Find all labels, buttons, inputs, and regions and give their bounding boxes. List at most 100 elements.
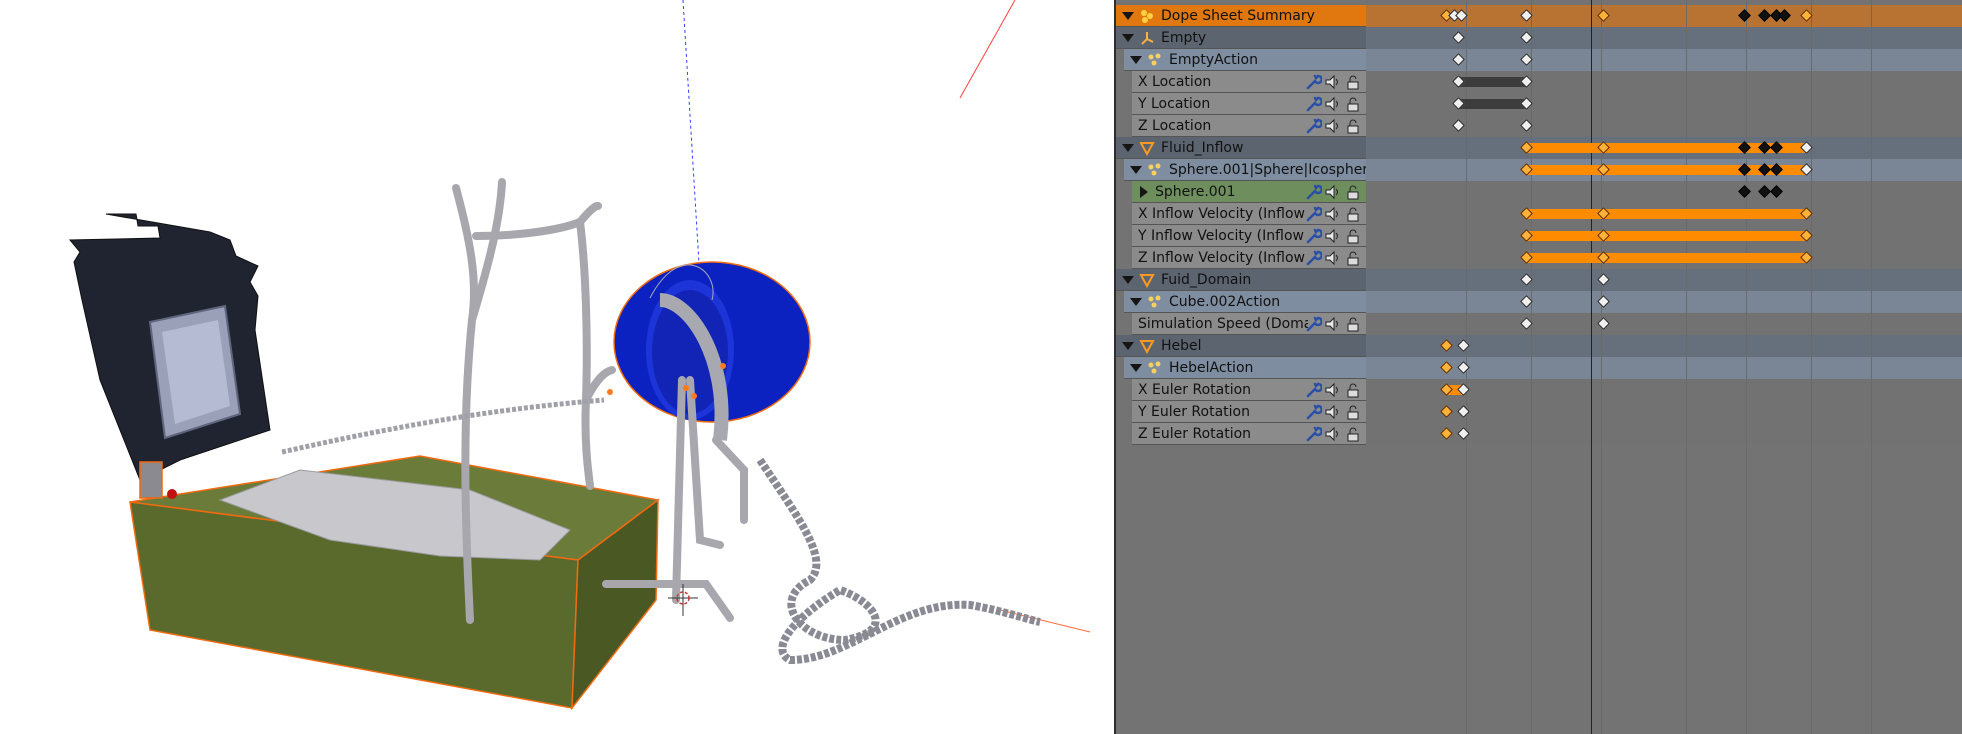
channel-row-x-location[interactable]: X Location [1132,71,1366,93]
hold-bar[interactable] [1526,231,1806,241]
channel-list[interactable]: Dope Sheet Summary Empty EmptyAction X Loca… [1116,0,1366,734]
expand-toggle-icon[interactable] [1130,55,1142,64]
expand-toggle-icon[interactable] [1130,297,1142,306]
empty-axes-icon [1139,30,1155,46]
lock-icon[interactable] [1344,227,1362,245]
speaker-icon[interactable] [1324,315,1342,333]
wrench-icon[interactable] [1304,227,1323,245]
channel-row-y-inflow-velocity-inflow-fl[interactable]: Y Inflow Velocity (Inflow Fl [1132,225,1366,247]
channel-row-emptyaction[interactable]: EmptyAction [1124,49,1366,71]
channel-label: Fluid_Inflow [1161,139,1244,156]
hold-bar[interactable] [1458,99,1526,109]
lock-icon[interactable] [1344,205,1362,223]
action-icon [1147,162,1163,178]
tombstone-object [68,213,271,481]
hold-bar[interactable] [1458,77,1526,87]
frame-gridline [1811,0,1812,734]
keyframe-row[interactable] [1366,423,1962,445]
channel-row-z-location[interactable]: Z Location [1132,115,1366,137]
channel-row-dope-sheet-summary[interactable]: Dope Sheet Summary [1116,5,1366,27]
channel-label: Z Location [1138,117,1212,134]
expand-toggle-icon[interactable] [1122,341,1134,350]
wrench-icon[interactable] [1304,425,1323,443]
collapse-toggle-icon[interactable] [1140,185,1148,198]
keyframe-row[interactable] [1366,357,1962,379]
lock-icon[interactable] [1344,95,1362,113]
channel-label: Fuid_Domain [1161,271,1252,288]
channel-row-y-location[interactable]: Y Location [1132,93,1366,115]
expand-toggle-icon[interactable] [1122,11,1134,20]
3d-viewport[interactable] [0,0,1114,734]
channel-row-x-inflow-velocity-inflow-fl[interactable]: X Inflow Velocity (Inflow Fl [1132,203,1366,225]
keyframe-row[interactable] [1366,313,1962,335]
keyframe-row[interactable] [1366,335,1962,357]
dope-sheet-editor[interactable]: Dope Sheet Summary Empty EmptyAction X Loca… [1116,0,1962,734]
mesh-cone-icon [1139,272,1155,288]
channel-label: Z Euler Rotation [1138,425,1252,442]
wrench-icon[interactable] [1304,95,1323,113]
channel-row-fuid-domain[interactable]: Fuid_Domain [1116,269,1366,291]
speaker-icon[interactable] [1324,205,1342,223]
drum-object [613,261,811,441]
channel-row-fluid-inflow[interactable]: Fluid_Inflow [1116,137,1366,159]
expand-toggle-icon[interactable] [1122,33,1134,42]
speaker-icon[interactable] [1324,227,1342,245]
channel-row-cube-002action[interactable]: Cube.002Action [1124,291,1366,313]
speaker-icon[interactable] [1324,95,1342,113]
wrench-icon[interactable] [1304,381,1323,399]
expand-toggle-icon[interactable] [1122,275,1134,284]
keyframe-row[interactable] [1366,181,1962,203]
channel-label: Y Location [1138,95,1211,112]
channel-row-simulation-speed-domain[interactable]: Simulation Speed (Domain [1132,313,1366,335]
speaker-icon[interactable] [1324,183,1342,201]
wrench-icon[interactable] [1304,183,1323,201]
expand-toggle-icon[interactable] [1122,143,1134,152]
lock-icon[interactable] [1344,73,1362,91]
channel-row-sphere-001-sphere-icosphere-0[interactable]: Sphere.001|Sphere|Icosphere.0 [1124,159,1366,181]
wrench-icon[interactable] [1304,117,1323,135]
action-icon [1147,360,1163,376]
lock-icon[interactable] [1344,425,1362,443]
wrench-icon[interactable] [1304,73,1323,91]
channel-label: Z Inflow Velocity (Inflow Fl [1138,249,1308,266]
wrench-icon[interactable] [1304,205,1323,223]
channel-row-z-inflow-velocity-inflow-fl[interactable]: Z Inflow Velocity (Inflow Fl [1132,247,1366,269]
channel-row-y-euler-rotation[interactable]: Y Euler Rotation [1132,401,1366,423]
wrench-icon[interactable] [1304,315,1323,333]
wrench-icon[interactable] [1304,249,1323,267]
x-axis-line [959,0,1016,99]
speaker-icon[interactable] [1324,403,1342,421]
channel-row-z-euler-rotation[interactable]: Z Euler Rotation [1132,423,1366,445]
speaker-icon[interactable] [1324,249,1342,267]
channel-row-empty[interactable]: Empty [1116,27,1366,49]
channel-label: X Inflow Velocity (Inflow Fl [1138,205,1308,222]
channel-row-x-euler-rotation[interactable]: X Euler Rotation [1132,379,1366,401]
lock-icon[interactable] [1344,403,1362,421]
frame-gridline [1531,0,1532,734]
lock-icon[interactable] [1344,315,1362,333]
speaker-icon[interactable] [1324,425,1342,443]
mesh-cone-icon [1139,338,1155,354]
frame-gridline [1871,0,1872,734]
lock-icon[interactable] [1344,249,1362,267]
keyframe-area[interactable] [1366,0,1962,734]
lock-icon[interactable] [1344,183,1362,201]
speaker-icon[interactable] [1324,117,1342,135]
expand-toggle-icon[interactable] [1130,165,1142,174]
keyframe-row[interactable] [1366,269,1962,291]
hold-bar[interactable] [1526,253,1806,263]
speaker-icon[interactable] [1324,73,1342,91]
keyframe-row[interactable] [1366,401,1962,423]
channel-row-hebel[interactable]: Hebel [1116,335,1366,357]
keyframe-row[interactable] [1366,291,1962,313]
speaker-icon[interactable] [1324,381,1342,399]
channel-row-hebelaction[interactable]: HebelAction [1124,357,1366,379]
expand-toggle-icon[interactable] [1130,363,1142,372]
lock-icon[interactable] [1344,117,1362,135]
playhead-line[interactable] [1591,0,1592,734]
channel-row-sphere-001[interactable]: Sphere.001 [1132,181,1366,203]
lock-icon[interactable] [1344,381,1362,399]
wrench-icon[interactable] [1304,403,1323,421]
hold-bar[interactable] [1526,209,1806,219]
frame-gridline [1601,0,1602,734]
